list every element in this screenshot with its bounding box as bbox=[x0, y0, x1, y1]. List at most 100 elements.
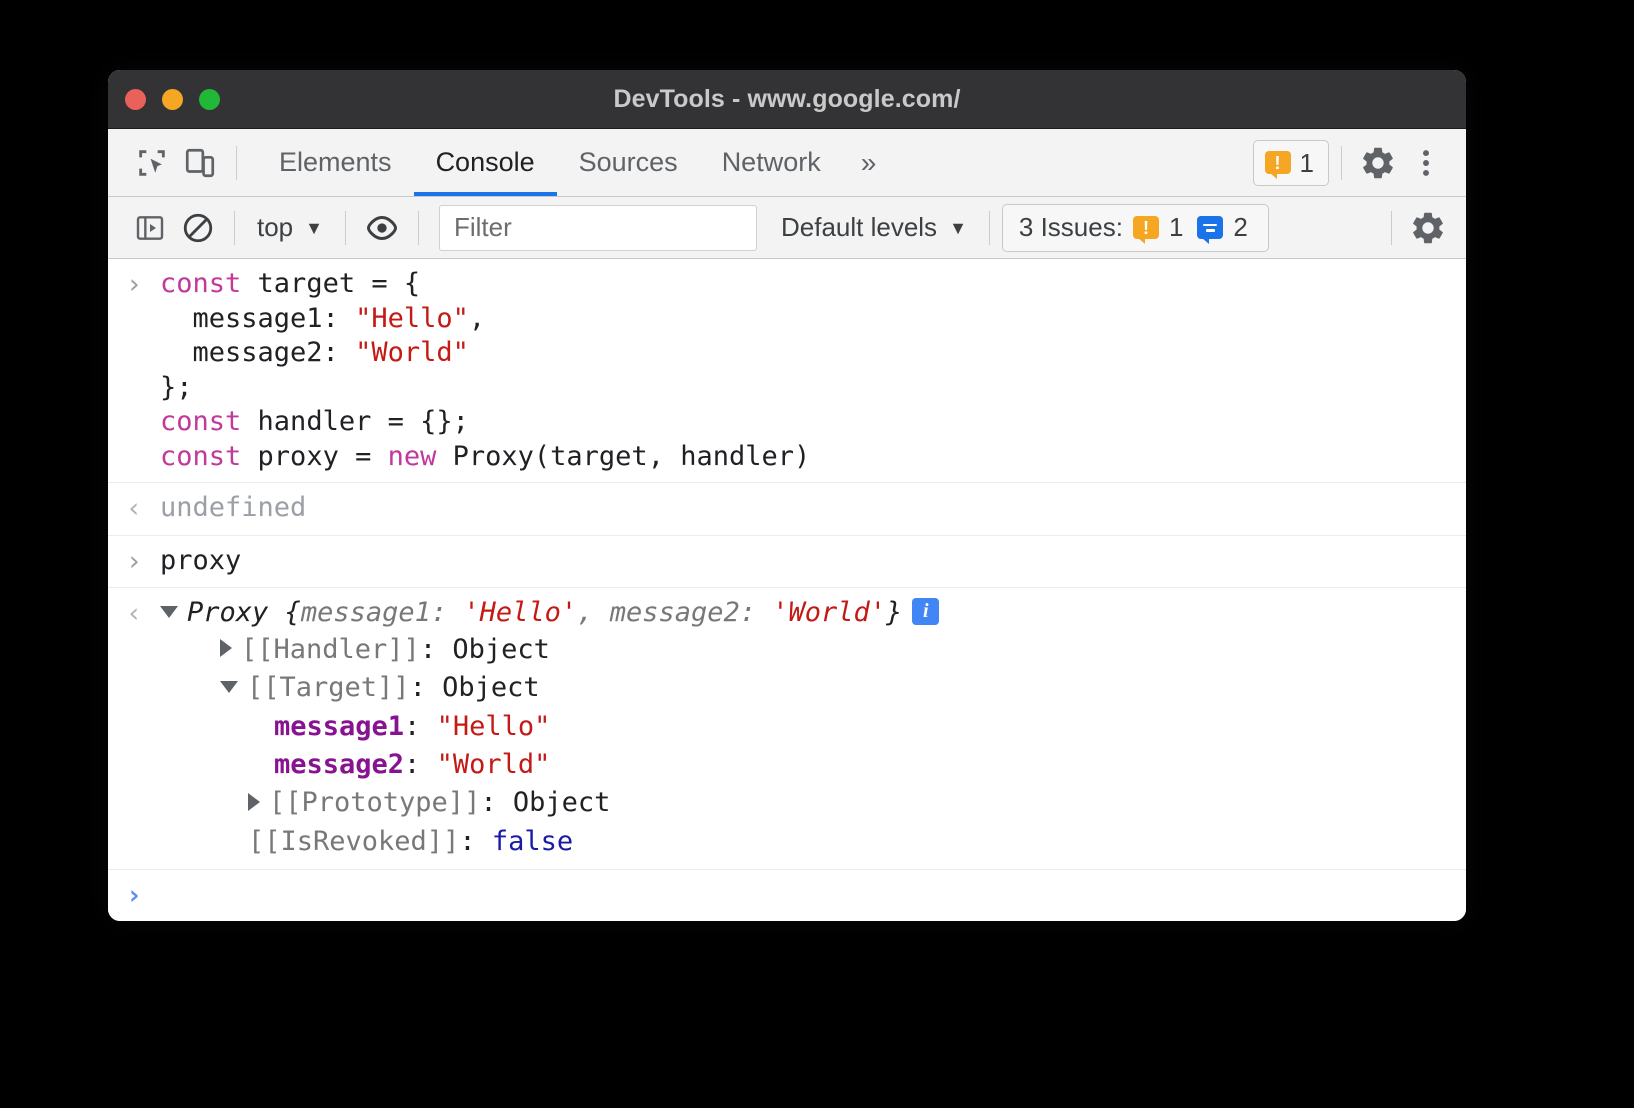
devtools-more-options-button[interactable] bbox=[1402, 139, 1450, 187]
code-token: new bbox=[388, 441, 453, 472]
object-tree-row[interactable]: message2: "World" bbox=[160, 746, 1452, 784]
console-code-block: const target = { message1: "Hello", mess… bbox=[160, 267, 1466, 474]
issues-label: 3 Issues: bbox=[1019, 212, 1123, 243]
kebab-menu-icon bbox=[1409, 146, 1443, 180]
object-property-key: [[Prototype]] bbox=[269, 787, 480, 818]
tab-elements[interactable]: Elements bbox=[257, 129, 414, 196]
code-token: }; bbox=[160, 372, 193, 403]
toggle-device-toolbar-button[interactable] bbox=[176, 139, 224, 187]
output-marker-icon: ‹ bbox=[108, 596, 160, 632]
close-window-button[interactable] bbox=[125, 89, 146, 110]
screenshot-root: DevTools - www.google.com/ bbox=[0, 0, 1634, 1108]
devtools-main-toolbar: Elements Console Sources Network » ! bbox=[108, 129, 1466, 197]
maximize-window-button[interactable] bbox=[199, 89, 220, 110]
object-preview-key: message1: bbox=[301, 597, 464, 628]
code-token: const bbox=[160, 441, 258, 472]
gear-icon bbox=[1359, 144, 1397, 182]
issues-warning-count: 1 bbox=[1169, 212, 1183, 243]
object-property-key: message2 bbox=[274, 749, 404, 780]
code-token: "Hello" bbox=[355, 303, 469, 334]
object-property-key: [[Handler]] bbox=[241, 634, 420, 665]
console-settings-button[interactable] bbox=[1404, 204, 1452, 252]
create-live-expression-button[interactable] bbox=[358, 204, 406, 252]
key-value-separator: : bbox=[410, 672, 443, 703]
object-preview-header[interactable]: Proxy {message1: 'Hello', message2: 'Wor… bbox=[160, 596, 1452, 631]
warning-bubble-icon: ! bbox=[1265, 151, 1291, 174]
issues-info-bubble-icon bbox=[1197, 216, 1223, 239]
devtools-window: DevTools - www.google.com/ bbox=[108, 70, 1466, 921]
input-marker-icon: › bbox=[108, 267, 160, 303]
inspect-element-button[interactable] bbox=[128, 139, 176, 187]
clear-console-button[interactable] bbox=[174, 204, 222, 252]
issues-summary-button[interactable]: 3 Issues: ! 1 2 bbox=[1002, 204, 1269, 252]
object-property-value: Object bbox=[513, 787, 611, 818]
toolbar-divider-2 bbox=[1341, 146, 1342, 180]
object-property-key: [[IsRevoked]] bbox=[248, 826, 459, 857]
object-property-value: "World" bbox=[437, 749, 551, 780]
code-token: const bbox=[160, 406, 258, 437]
console-input-message[interactable]: › proxy bbox=[108, 536, 1466, 589]
tab-console-label: Console bbox=[436, 147, 535, 178]
console-sidebar-toggle-button[interactable] bbox=[126, 204, 174, 252]
collapse-triangle-icon[interactable] bbox=[220, 681, 238, 693]
expand-triangle-icon[interactable] bbox=[248, 793, 260, 811]
console-output-message[interactable]: ‹ undefined bbox=[108, 483, 1466, 536]
title-bar: DevTools - www.google.com/ bbox=[108, 70, 1466, 129]
object-tree-row[interactable]: [[IsRevoked]]: false bbox=[160, 823, 1452, 861]
code-token: proxy = bbox=[258, 441, 388, 472]
object-property-key: [[Target]] bbox=[247, 672, 410, 703]
object-tree-row[interactable]: [[Handler]]: Object bbox=[160, 631, 1452, 669]
console-object-output-message[interactable]: ‹ Proxy {message1: 'Hello', message2: 'W… bbox=[108, 588, 1466, 870]
chevron-double-right-icon: » bbox=[861, 147, 877, 179]
console-prompt-row[interactable]: › bbox=[108, 870, 1466, 921]
toolbar-divider bbox=[236, 146, 237, 180]
tab-sources[interactable]: Sources bbox=[557, 129, 700, 196]
window-title: DevTools - www.google.com/ bbox=[108, 85, 1466, 114]
expand-triangle-icon[interactable] bbox=[160, 606, 178, 618]
log-levels-selector[interactable]: Default levels ▼ bbox=[771, 208, 977, 247]
object-tree-row[interactable]: [[Prototype]]: Object bbox=[160, 784, 1452, 822]
expand-triangle-icon[interactable] bbox=[220, 639, 232, 657]
minimize-window-button[interactable] bbox=[162, 89, 183, 110]
object-property-tree: [[Handler]]: Object[[Target]]: Objectmes… bbox=[160, 631, 1452, 861]
console-input-message[interactable]: › const target = { message1: "Hello", me… bbox=[108, 259, 1466, 483]
key-value-separator: : bbox=[459, 826, 492, 857]
object-tree-row[interactable]: [[Target]]: Object bbox=[160, 669, 1452, 707]
code-token: const bbox=[160, 268, 258, 299]
output-marker-icon: ‹ bbox=[108, 491, 160, 527]
eye-icon bbox=[364, 210, 400, 246]
tab-console[interactable]: Console bbox=[414, 129, 557, 196]
code-token: message2: bbox=[160, 337, 355, 368]
more-tabs-button[interactable]: » bbox=[843, 129, 895, 196]
filter-input[interactable] bbox=[439, 205, 757, 251]
console-toolbar-divider-5 bbox=[1391, 211, 1392, 245]
object-property-value: Object bbox=[442, 672, 540, 703]
chevron-down-icon: ▼ bbox=[949, 219, 967, 237]
devtools-settings-button[interactable] bbox=[1354, 139, 1402, 187]
code-token: Proxy(target, handler) bbox=[453, 441, 811, 472]
issues-warning-bubble-icon: ! bbox=[1133, 216, 1159, 239]
object-open-brace: { bbox=[285, 597, 301, 628]
console-object-inspector: Proxy {message1: 'Hello', message2: 'Wor… bbox=[160, 596, 1466, 861]
console-toolbar-divider-3 bbox=[418, 211, 419, 245]
clear-console-icon bbox=[181, 211, 215, 245]
console-output-value: undefined bbox=[160, 491, 1466, 526]
inspect-element-icon bbox=[135, 146, 169, 180]
console-message-list[interactable]: › const target = { message1: "Hello", me… bbox=[108, 259, 1466, 921]
object-property-value: "Hello" bbox=[437, 711, 551, 742]
console-code-block: proxy bbox=[160, 544, 1466, 579]
issues-info-count: 2 bbox=[1233, 212, 1247, 243]
warning-count-button[interactable]: ! 1 bbox=[1253, 140, 1329, 186]
warning-count-label: 1 bbox=[1300, 150, 1314, 176]
code-token: message1: bbox=[160, 303, 355, 334]
chevron-down-icon: ▼ bbox=[305, 219, 323, 237]
code-token: "World" bbox=[355, 337, 469, 368]
console-sidebar-icon bbox=[134, 212, 166, 244]
input-marker-icon: › bbox=[108, 544, 160, 580]
execution-context-selector[interactable]: top ▼ bbox=[247, 208, 333, 247]
key-value-separator: : bbox=[480, 787, 513, 818]
object-tree-row[interactable]: message1: "Hello" bbox=[160, 708, 1452, 746]
info-badge-icon[interactable]: i bbox=[912, 598, 939, 625]
code-token: target = { bbox=[258, 268, 421, 299]
tab-network[interactable]: Network bbox=[700, 129, 843, 196]
